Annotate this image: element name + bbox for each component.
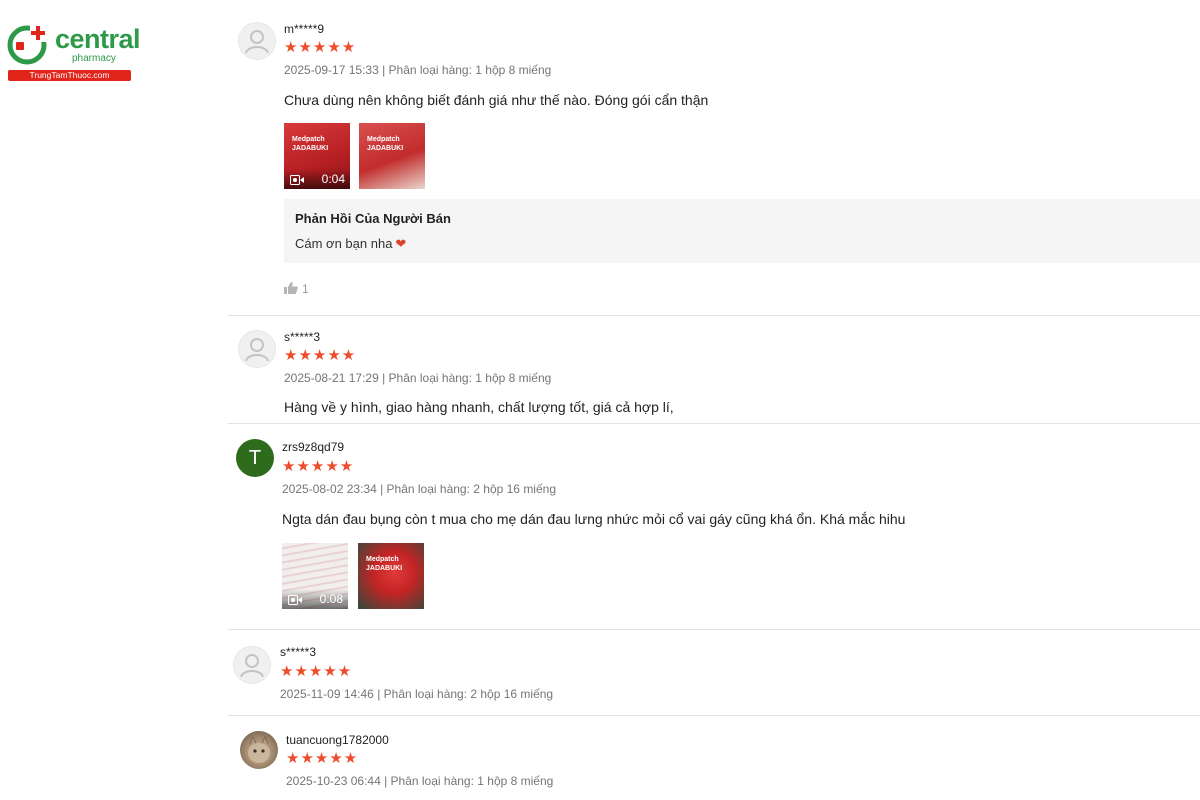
avatar-placeholder-icon[interactable] bbox=[238, 330, 276, 368]
brand-logo[interactable]: central pharmacy TrungTamThuoc.com bbox=[6, 20, 141, 84]
heart-icon: ❤ bbox=[395, 236, 407, 251]
review-meta: 2025-09-17 15:33 | Phân loại hàng: 1 hộp… bbox=[284, 63, 552, 77]
review-video-thumbnail[interactable]: Medpatch JADABUKI 0:04 bbox=[284, 123, 350, 189]
video-camera-icon bbox=[288, 595, 302, 605]
media-caption: Medpatch JADABUKI bbox=[292, 136, 329, 152]
avatar[interactable] bbox=[240, 731, 278, 769]
avatar-placeholder-icon[interactable] bbox=[233, 646, 271, 684]
review-image-thumbnail[interactable]: Medpatch JADABUKI bbox=[358, 543, 424, 609]
reviewer-username: m*****9 bbox=[284, 22, 325, 36]
review-meta: 2025-11-09 14:46 | Phân loại hàng: 2 hộp… bbox=[280, 687, 554, 701]
media-caption: Medpatch JADABUKI bbox=[367, 136, 404, 152]
review-item: m*****9 ★★★★★ 2025-09-17 15:33 | Phân lo… bbox=[228, 10, 1200, 316]
rating-stars: ★★★★★ bbox=[286, 750, 359, 767]
reviewer-username: tuancuong1782000 bbox=[286, 733, 389, 747]
avatar-placeholder-icon[interactable] bbox=[238, 22, 276, 60]
review-meta: 2025-08-21 17:29 | Phân loại hàng: 1 hộp… bbox=[284, 371, 552, 385]
avatar[interactable]: T bbox=[236, 439, 274, 477]
seller-reply-text: Cám ơn bạn nha ❤ bbox=[295, 236, 406, 252]
rating-stars: ★★★★★ bbox=[284, 347, 357, 364]
seller-reply-message: Cám ơn bạn nha bbox=[295, 236, 393, 251]
video-duration: 0:08 bbox=[319, 592, 343, 606]
brand-subtitle: pharmacy bbox=[72, 53, 116, 64]
like-count: 1 bbox=[302, 282, 309, 296]
review-item: tuancuong1782000 ★★★★★ 2025-10-23 06:44 … bbox=[228, 716, 1200, 800]
brand-name: central bbox=[55, 24, 141, 54]
like-button[interactable]: 1 bbox=[284, 282, 309, 296]
rating-stars: ★★★★★ bbox=[282, 458, 355, 475]
review-comment: Chưa dùng nên không biết đánh giá như th… bbox=[284, 92, 709, 108]
seller-reply-box: Phản Hồi Của Người Bán Cám ơn bạn nha ❤ bbox=[284, 199, 1200, 263]
rating-stars: ★★★★★ bbox=[284, 39, 357, 56]
seller-reply-title: Phản Hồi Của Người Bán bbox=[295, 211, 451, 226]
reviewer-username: s*****3 bbox=[284, 330, 321, 344]
video-camera-icon bbox=[290, 175, 304, 185]
review-item: T zrs9z8qd79 ★★★★★ 2025-08-02 23:34 | Ph… bbox=[228, 424, 1200, 630]
review-video-thumbnail[interactable]: 0:08 bbox=[282, 543, 348, 609]
reviewer-username: s*****3 bbox=[280, 645, 317, 659]
reviewer-username: zrs9z8qd79 bbox=[282, 440, 345, 454]
pharmacy-cross-icon bbox=[7, 24, 48, 65]
review-comment: Ngta dán đau bụng còn t mua cho mẹ dán đ… bbox=[282, 511, 906, 527]
review-meta: 2025-10-23 06:44 | Phân loại hàng: 1 hộp… bbox=[286, 774, 554, 788]
video-duration: 0:04 bbox=[321, 172, 345, 186]
review-item: s*****3 ★★★★★ 2025-11-09 14:46 | Phân lo… bbox=[228, 630, 1200, 716]
review-image-thumbnail[interactable]: Medpatch JADABUKI bbox=[359, 123, 425, 189]
media-caption: Medpatch JADABUKI bbox=[366, 556, 403, 572]
brand-site: TrungTamThuoc.com bbox=[8, 70, 131, 81]
rating-stars: ★★★★★ bbox=[280, 663, 353, 680]
thumbs-up-icon bbox=[284, 282, 298, 294]
review-comment: Hàng về y hình, giao hàng nhanh, chất lư… bbox=[284, 399, 674, 415]
review-meta: 2025-08-02 23:34 | Phân loại hàng: 2 hộp… bbox=[282, 482, 556, 496]
review-item: s*****3 ★★★★★ 2025-08-21 17:29 | Phân lo… bbox=[228, 316, 1200, 424]
